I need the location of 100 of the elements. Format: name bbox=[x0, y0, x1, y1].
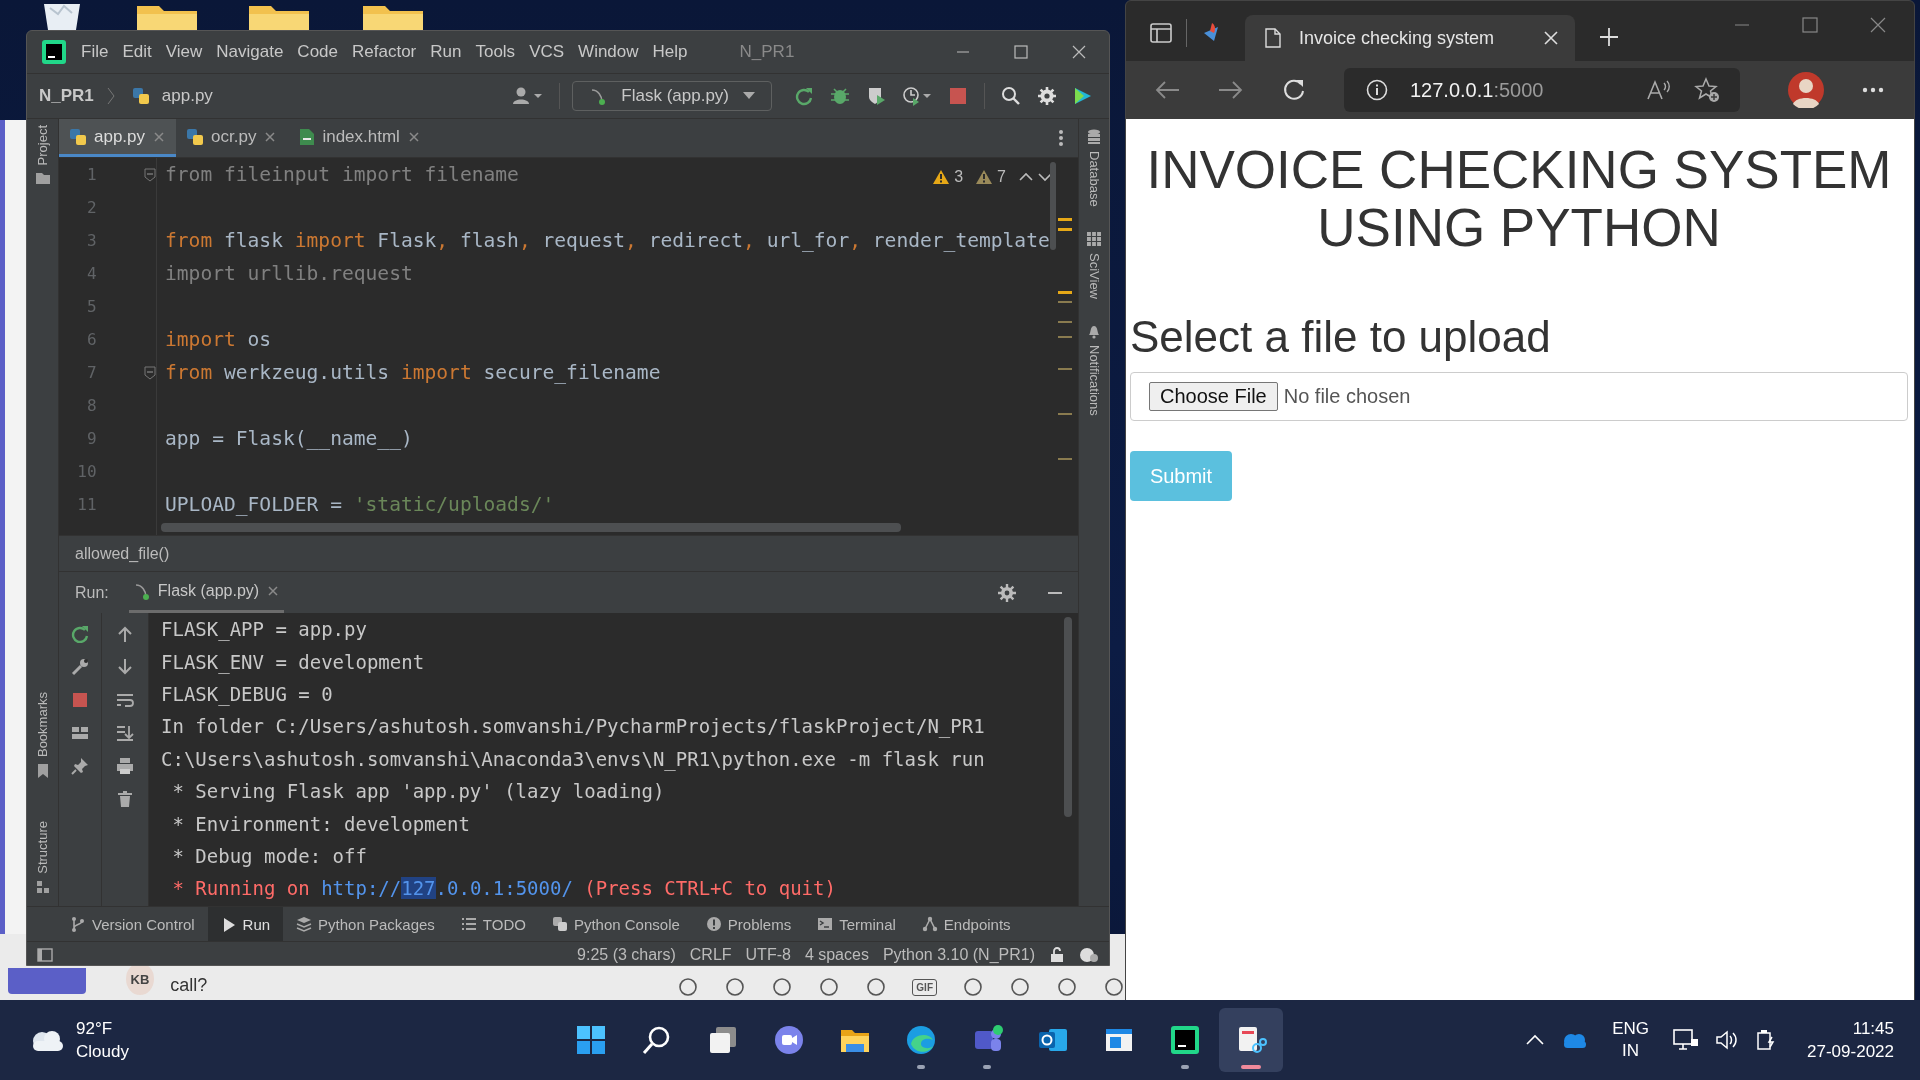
inspector-icon[interactable] bbox=[1079, 946, 1099, 963]
status-item[interactable]: 9:25 (3 chars) bbox=[577, 945, 676, 964]
run-configuration-dropdown[interactable]: Flask (app.py) bbox=[572, 81, 772, 111]
rerun-icon[interactable] bbox=[71, 625, 89, 643]
grid-icon[interactable] bbox=[1086, 230, 1102, 247]
settings-icon[interactable] bbox=[998, 583, 1016, 602]
tool-window-tab[interactable]: Structure bbox=[35, 821, 50, 874]
file-tab[interactable]: app.py bbox=[59, 119, 177, 157]
more-icon[interactable] bbox=[1862, 87, 1884, 93]
gif-button[interactable]: GIF bbox=[912, 978, 937, 996]
status-item[interactable]: Python 3.10 (N_PR1) bbox=[882, 945, 1035, 964]
user-icon[interactable] bbox=[511, 86, 544, 106]
tool-window-button[interactable]: Python Console bbox=[538, 907, 693, 941]
breadcrumb-item[interactable]: app.py bbox=[161, 86, 213, 106]
profiler-icon[interactable] bbox=[902, 86, 932, 106]
structure-icon[interactable] bbox=[35, 880, 50, 894]
scroll-to-end-icon[interactable] bbox=[116, 724, 134, 742]
tool-window-button[interactable]: Python Packages bbox=[283, 907, 448, 941]
menu-item[interactable]: VCS bbox=[529, 42, 565, 62]
tool-window-button[interactable]: Endpoints bbox=[908, 907, 1024, 941]
compose-tool-icon[interactable] bbox=[865, 976, 888, 998]
file-tab[interactable]: ocr.py bbox=[176, 119, 288, 157]
tool-window-button[interactable]: Problems bbox=[692, 907, 805, 941]
panel-toggle-icon[interactable] bbox=[37, 946, 53, 963]
stop-icon[interactable] bbox=[948, 86, 968, 106]
tool-window-button[interactable]: Terminal bbox=[804, 907, 909, 941]
language-indicator[interactable]: ENG IN bbox=[1612, 1018, 1650, 1062]
database-icon[interactable] bbox=[1086, 129, 1102, 145]
tool-window-tab[interactable]: SciView bbox=[1086, 252, 1102, 299]
tool-window-tab[interactable]: Database bbox=[1086, 151, 1102, 207]
chevron-up-icon[interactable] bbox=[1019, 172, 1033, 182]
trash-icon[interactable] bbox=[116, 790, 134, 808]
compose-tool-icon[interactable] bbox=[1056, 976, 1078, 998]
compose-tool-icon[interactable] bbox=[962, 976, 984, 998]
refresh-icon[interactable] bbox=[1282, 78, 1306, 102]
tool-window-tab[interactable]: Project bbox=[35, 125, 50, 166]
pin-icon[interactable] bbox=[71, 757, 89, 775]
profile-avatar-icon[interactable] bbox=[1788, 72, 1824, 108]
menu-item[interactable]: Navigate bbox=[216, 42, 284, 62]
forward-icon[interactable] bbox=[1218, 80, 1244, 100]
close-icon[interactable] bbox=[1071, 44, 1087, 60]
choose-file-button[interactable]: Choose File bbox=[1149, 382, 1278, 411]
search-icon[interactable] bbox=[1001, 86, 1021, 106]
chevron-down-icon[interactable] bbox=[1038, 172, 1052, 182]
close-icon[interactable] bbox=[1870, 17, 1886, 33]
maximize-icon[interactable] bbox=[1013, 44, 1029, 60]
fold-icon[interactable] bbox=[144, 365, 156, 380]
clock[interactable]: 11:45 27-09-2022 bbox=[1807, 1017, 1894, 1063]
browser-tab[interactable]: Invoice checking system bbox=[1245, 15, 1575, 61]
menu-item[interactable]: Run bbox=[430, 42, 462, 62]
status-item[interactable]: CRLF bbox=[689, 945, 732, 964]
status-item[interactable]: UTF-8 bbox=[745, 945, 791, 964]
file-input[interactable]: Choose File No file chosen bbox=[1130, 372, 1908, 421]
coverage-icon[interactable] bbox=[866, 86, 886, 106]
compose-tool-icon[interactable] bbox=[818, 976, 841, 998]
bookmark-icon[interactable] bbox=[35, 763, 50, 780]
new-tab-icon[interactable] bbox=[1599, 27, 1619, 47]
tool-window-button[interactable]: Version Control bbox=[57, 907, 208, 941]
scrollbar-thumb[interactable] bbox=[1064, 617, 1072, 817]
compose-tool-icon[interactable] bbox=[1009, 976, 1031, 998]
tool-window-tab[interactable]: Notifications bbox=[1086, 344, 1102, 416]
bug-icon[interactable] bbox=[830, 86, 850, 106]
tool-window-tab[interactable]: Bookmarks bbox=[35, 692, 50, 758]
fold-icon[interactable] bbox=[144, 167, 156, 182]
layout-icon[interactable] bbox=[71, 724, 89, 742]
more-icon[interactable] bbox=[1058, 129, 1064, 147]
volume-icon[interactable] bbox=[1715, 1029, 1740, 1051]
menu-item[interactable]: Code bbox=[297, 42, 338, 62]
info-icon[interactable] bbox=[1366, 79, 1388, 101]
menu-item[interactable]: Help bbox=[652, 42, 688, 62]
tool-window-button[interactable]: Run bbox=[207, 907, 284, 941]
menu-item[interactable]: Edit bbox=[122, 42, 152, 62]
menu-item[interactable]: Refactor bbox=[352, 42, 417, 62]
scrollbar-thumb[interactable] bbox=[1050, 162, 1056, 250]
read-aloud-icon[interactable] bbox=[1646, 79, 1672, 101]
console-link[interactable]: http://127.0.0.1:5000/ bbox=[321, 877, 573, 900]
wrap-icon[interactable] bbox=[116, 691, 134, 709]
menu-item[interactable]: Window bbox=[578, 42, 639, 62]
status-item[interactable]: 4 spaces bbox=[804, 945, 869, 964]
compose-tool-icon[interactable] bbox=[1103, 976, 1125, 998]
arrow-down-icon[interactable] bbox=[116, 658, 134, 676]
compose-tool-icon[interactable] bbox=[677, 976, 700, 998]
compose-tool-icon[interactable] bbox=[724, 976, 747, 998]
menu-item[interactable]: View bbox=[165, 42, 203, 62]
wrench-icon[interactable] bbox=[71, 658, 89, 676]
settings-icon[interactable] bbox=[1037, 86, 1057, 106]
rerun-icon[interactable] bbox=[794, 86, 814, 106]
tool-window-button[interactable]: TODO bbox=[447, 907, 539, 941]
network-icon[interactable] bbox=[1673, 1029, 1700, 1051]
menu-item[interactable]: Tools bbox=[475, 42, 516, 62]
scrollbar-thumb[interactable] bbox=[161, 523, 901, 532]
assistant-icon[interactable] bbox=[1073, 86, 1093, 106]
back-icon[interactable] bbox=[1154, 80, 1180, 100]
address-bar[interactable]: 127.0.0.1:5000 bbox=[1344, 68, 1740, 112]
breadcrumb-item[interactable]: N_PR1 bbox=[39, 86, 94, 106]
add-favorite-icon[interactable] bbox=[1694, 77, 1720, 103]
stop-icon[interactable] bbox=[71, 691, 89, 709]
menu-item[interactable]: File bbox=[81, 42, 109, 62]
file-tab[interactable]: index.html bbox=[287, 119, 431, 157]
tab-actions-icon[interactable] bbox=[1150, 23, 1172, 43]
